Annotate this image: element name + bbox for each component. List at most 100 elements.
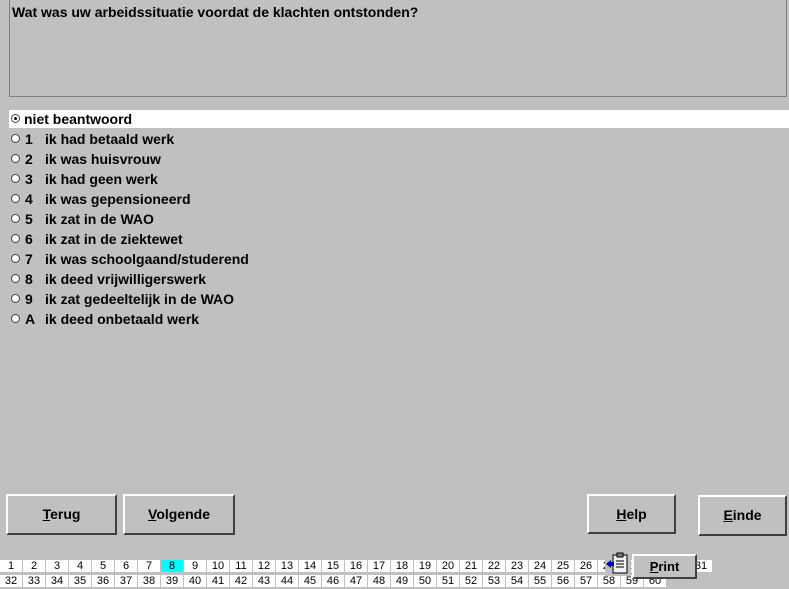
help-button[interactable]: Help [587,494,676,534]
page-number[interactable]: 36 [92,575,114,587]
answer-option-label: ik had betaald werk [45,131,175,147]
answer-option[interactable]: 8 ik deed vrijwilligerswerk [9,270,789,288]
answer-option-label: ik had geen werk [45,171,158,187]
help-button-accel: H [616,506,627,522]
page-number[interactable]: 7 [138,560,160,572]
page-number[interactable]: 54 [506,575,528,587]
page-number[interactable]: 39 [161,575,183,587]
page-number[interactable]: 4 [69,560,91,572]
page-number[interactable]: 41 [207,575,229,587]
radio-button[interactable] [11,194,20,203]
page-number[interactable]: 48 [368,575,390,587]
page-number[interactable]: 20 [437,560,459,572]
page-number[interactable]: 11 [230,560,252,572]
page-number[interactable]: 5 [92,560,114,572]
radio-button[interactable] [11,114,20,123]
page-number[interactable]: 43 [253,575,275,587]
answer-option[interactable]: 1 ik had betaald werk [9,130,789,148]
page-number[interactable]: 19 [414,560,436,572]
answer-option-label: ik was huisvrouw [45,151,161,167]
page-number[interactable]: 40 [184,575,206,587]
answer-option-label: ik was schoolgaand/studerend [45,251,249,267]
next-button[interactable]: Volgende [123,494,235,535]
answer-option[interactable]: 9 ik zat gedeeltelijk in de WAO [9,290,789,308]
page-number[interactable]: 1 [0,560,22,572]
page-number[interactable]: 21 [460,560,482,572]
answer-option-code: 3 [25,171,33,187]
page-number[interactable]: 17 [368,560,390,572]
radio-button[interactable] [11,134,20,143]
page-number[interactable]: 44 [276,575,298,587]
page-number[interactable]: 35 [69,575,91,587]
page-number[interactable]: 32 [0,575,22,587]
answer-option-code: 4 [25,191,33,207]
page-number[interactable]: 12 [253,560,275,572]
end-button-label: inde [732,507,762,523]
page-number[interactable]: 37 [115,575,137,587]
page-number[interactable]: 13 [276,560,298,572]
page-number[interactable]: 8 [161,560,183,572]
answer-option[interactable]: Aik deed onbetaald werk [9,310,789,328]
page-number[interactable]: 18 [391,560,413,572]
answer-option-code: 1 [25,131,33,147]
back-button[interactable]: Terug [6,494,117,535]
answer-option-label: ik zat in de ziektewet [45,231,183,247]
help-button-label: elp [626,506,647,522]
page-number[interactable]: 34 [46,575,68,587]
page-number[interactable]: 52 [460,575,482,587]
answer-option[interactable]: 7 ik was schoolgaand/studerend [9,250,789,268]
radio-button[interactable] [11,174,20,183]
answer-option[interactable]: 2 ik was huisvrouw [9,150,789,168]
clipboard-arrow-icon[interactable] [605,552,631,576]
page-number[interactable]: 45 [299,575,321,587]
page-number[interactable]: 50 [414,575,436,587]
print-button[interactable]: Print [632,554,697,579]
page-number[interactable]: 56 [552,575,574,587]
answer-option[interactable]: niet beantwoord [9,110,789,128]
page-number[interactable]: 24 [529,560,551,572]
radio-button[interactable] [11,294,20,303]
page-number[interactable]: 47 [345,575,367,587]
radio-button[interactable] [11,214,20,223]
answer-option[interactable]: 5 ik zat in de WAO [9,210,789,228]
answer-option-label: niet beantwoord [24,111,133,127]
page-number[interactable]: 53 [483,575,505,587]
page-number[interactable]: 23 [506,560,528,572]
page-number[interactable]: 3 [46,560,68,572]
radio-button[interactable] [11,274,20,283]
page-number[interactable]: 42 [230,575,252,587]
page-number[interactable]: 55 [529,575,551,587]
answer-option-code: A [25,311,36,327]
page-number[interactable]: 15 [322,560,344,572]
page-number[interactable]: 38 [138,575,160,587]
page-number[interactable]: 51 [437,575,459,587]
answer-option-code: 7 [25,251,33,267]
page-number[interactable]: 6 [115,560,137,572]
page-number[interactable]: 9 [184,560,206,572]
answer-option[interactable]: 3 ik had geen werk [9,170,789,188]
page-number[interactable]: 22 [483,560,505,572]
page-number[interactable]: 49 [391,575,413,587]
page-number[interactable]: 58 [598,575,620,587]
page-number[interactable]: 57 [575,575,597,587]
radio-button[interactable] [11,154,20,163]
answer-option-code: 6 [25,231,33,247]
radio-button[interactable] [11,234,20,243]
radio-button[interactable] [11,254,20,263]
page-number[interactable]: 16 [345,560,367,572]
page-number[interactable]: 14 [299,560,321,572]
page-number[interactable]: 26 [575,560,597,572]
page-number[interactable]: 2 [23,560,45,572]
print-button-label: rint [658,559,680,574]
answer-option-label: ik deed onbetaald werk [45,311,200,327]
page-number[interactable]: 25 [552,560,574,572]
radio-button[interactable] [11,314,20,323]
page-number[interactable]: 10 [207,560,229,572]
answer-option-label: ik zat in de WAO [45,211,154,227]
page-number[interactable]: 46 [322,575,344,587]
answer-option[interactable]: 6 ik zat in de ziektewet [9,230,789,248]
end-button[interactable]: Einde [698,495,787,536]
page-number[interactable]: 33 [23,575,45,587]
answer-option-label: ik deed vrijwilligerswerk [45,271,207,287]
answer-option[interactable]: 4 ik was gepensioneerd [9,190,789,208]
